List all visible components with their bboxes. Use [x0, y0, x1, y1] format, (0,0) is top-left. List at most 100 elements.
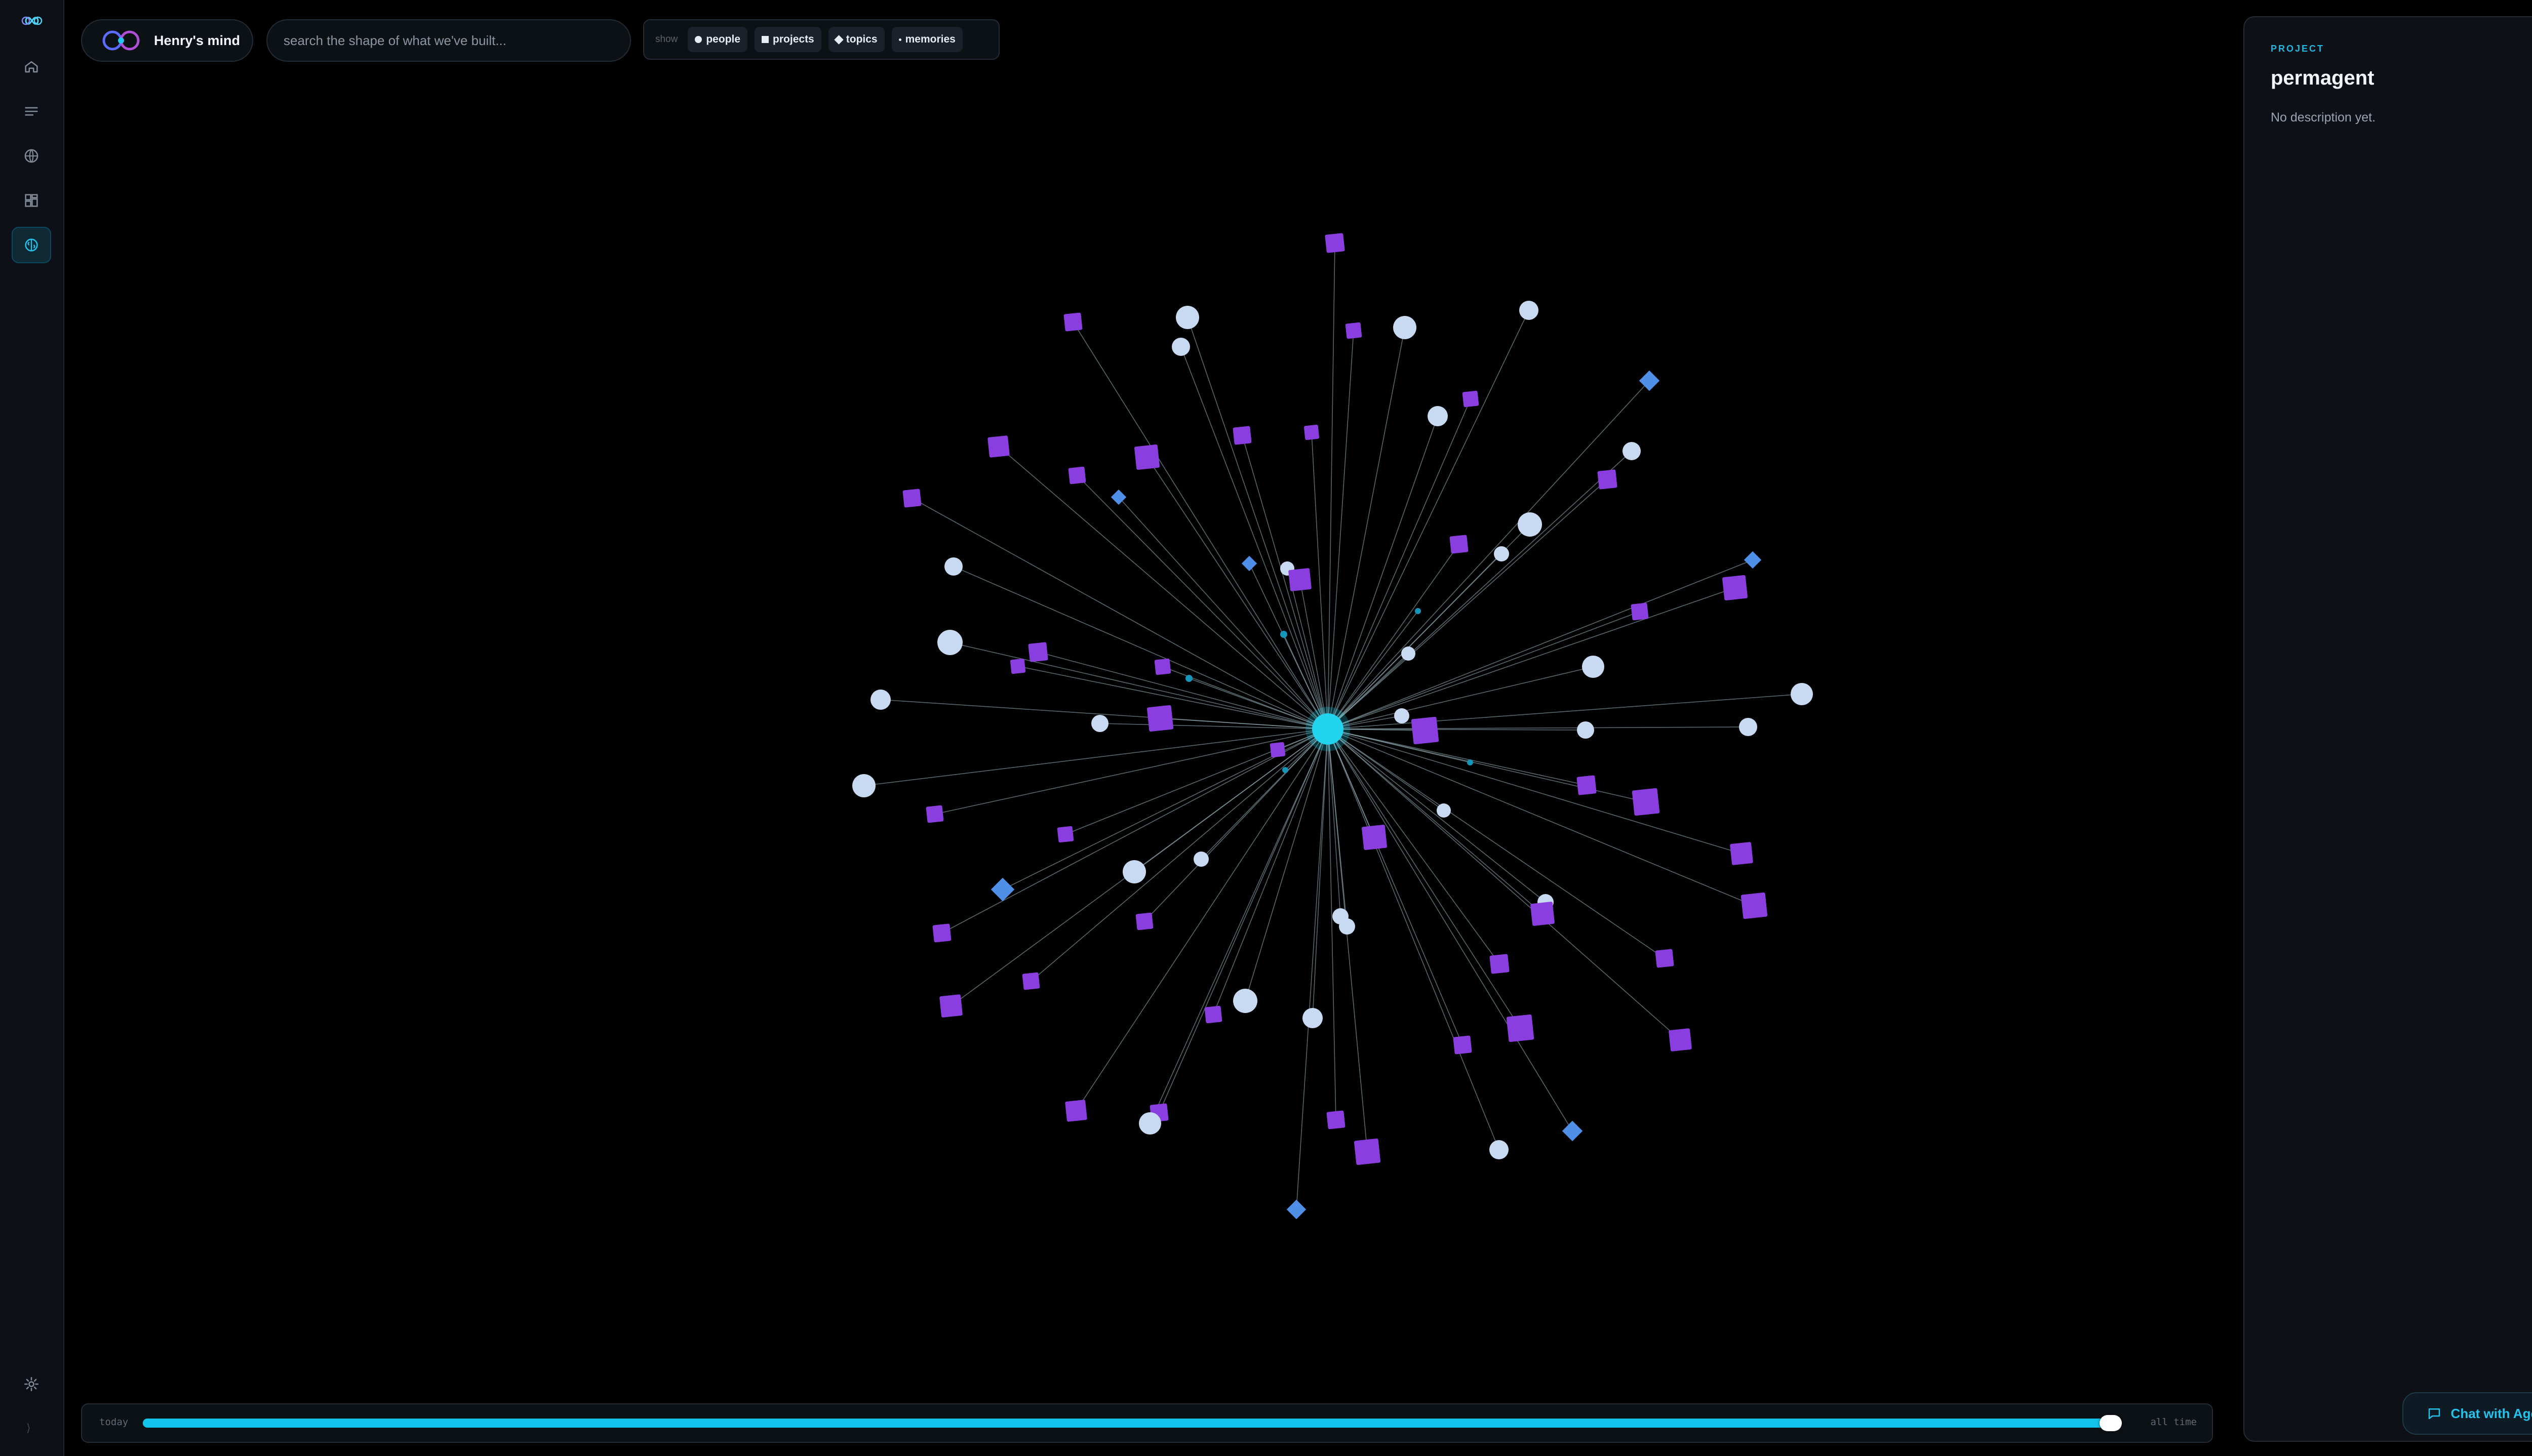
project-node[interactable]: [1326, 1110, 1346, 1129]
chevron-right-icon[interactable]: ⟩: [26, 1422, 31, 1435]
project-node[interactable]: [1631, 602, 1649, 621]
timeline-slider-track[interactable]: [143, 1415, 2122, 1431]
person-node[interactable]: [1401, 646, 1415, 661]
person-node[interactable]: [1139, 1112, 1161, 1135]
workspace-switcher[interactable]: Henry's mind: [81, 19, 253, 62]
memory-node[interactable]: [1467, 759, 1473, 765]
memory-node[interactable]: [1282, 767, 1288, 773]
memory-node[interactable]: [1415, 608, 1421, 614]
project-node[interactable]: [902, 489, 922, 508]
person-node[interactable]: [1437, 803, 1451, 818]
topic-node[interactable]: [1241, 555, 1257, 572]
person-node[interactable]: [1428, 406, 1448, 426]
person-node[interactable]: [1582, 656, 1604, 678]
topic-node[interactable]: [1639, 370, 1660, 391]
timeline-slider-thumb[interactable]: [2100, 1415, 2122, 1431]
filter-chip-memories[interactable]: memories: [891, 27, 963, 52]
person-node[interactable]: [871, 690, 891, 710]
settings-button[interactable]: [12, 1366, 51, 1402]
project-node[interactable]: [1449, 535, 1469, 554]
project-node[interactable]: [1576, 775, 1597, 795]
project-node[interactable]: [1146, 705, 1174, 732]
project-node[interactable]: [1065, 1100, 1087, 1122]
sidebar-item-feed[interactable]: [12, 93, 51, 130]
person-node[interactable]: [1091, 715, 1109, 732]
filter-chip-topics[interactable]: topics: [828, 27, 885, 52]
search-input[interactable]: [266, 19, 631, 62]
project-node[interactable]: [1204, 1005, 1222, 1024]
person-node[interactable]: [1494, 546, 1509, 561]
project-node[interactable]: [1632, 788, 1660, 816]
sidebar-item-grid[interactable]: [12, 182, 51, 219]
selected-project-node[interactable]: [1312, 713, 1343, 745]
graph-canvas[interactable]: [64, 66, 2242, 1392]
project-node[interactable]: [1489, 954, 1510, 974]
topic-node[interactable]: [1744, 551, 1762, 569]
project-node[interactable]: [1057, 826, 1074, 843]
project-node[interactable]: [1730, 842, 1753, 865]
person-node[interactable]: [1623, 442, 1641, 460]
project-node[interactable]: [1506, 1014, 1534, 1042]
topic-node[interactable]: [1562, 1120, 1583, 1142]
project-node[interactable]: [1411, 716, 1439, 745]
project-node[interactable]: [1530, 902, 1555, 926]
topic-node[interactable]: [991, 877, 1015, 902]
project-node[interactable]: [1303, 424, 1320, 440]
filter-chip-people[interactable]: people: [688, 27, 748, 52]
project-node[interactable]: [1135, 912, 1154, 931]
person-node[interactable]: [937, 630, 963, 655]
knowledge-graph[interactable]: [64, 66, 2242, 1392]
person-node[interactable]: [1577, 721, 1594, 739]
person-node[interactable]: [1339, 918, 1355, 935]
project-node[interactable]: [1354, 1138, 1381, 1165]
topic-node[interactable]: [1286, 1199, 1307, 1220]
project-node[interactable]: [1740, 892, 1768, 919]
project-node[interactable]: [1462, 390, 1479, 408]
person-node[interactable]: [1739, 718, 1757, 736]
person-node[interactable]: [1791, 683, 1813, 705]
project-node[interactable]: [1068, 466, 1086, 484]
project-node[interactable]: [926, 805, 944, 823]
project-node[interactable]: [1453, 1035, 1472, 1055]
project-node[interactable]: [1362, 825, 1388, 851]
project-node[interactable]: [1270, 742, 1286, 758]
person-node[interactable]: [1194, 852, 1209, 867]
project-node[interactable]: [1028, 642, 1048, 662]
filter-chip-projects[interactable]: projects: [755, 27, 821, 52]
person-node[interactable]: [1123, 860, 1146, 883]
sidebar-item-world[interactable]: [12, 138, 51, 174]
sidebar-item-home[interactable]: [12, 49, 51, 85]
project-node[interactable]: [932, 923, 952, 943]
project-node[interactable]: [1325, 233, 1345, 253]
project-node[interactable]: [1022, 972, 1040, 990]
person-node[interactable]: [1394, 708, 1409, 723]
person-node[interactable]: [1489, 1140, 1509, 1159]
person-node[interactable]: [1176, 306, 1199, 329]
person-node[interactable]: [1233, 989, 1257, 1013]
chat-with-agent-button[interactable]: Chat with Agent: [2402, 1392, 2532, 1435]
project-node[interactable]: [1722, 575, 1748, 601]
project-node[interactable]: [987, 435, 1010, 458]
project-node[interactable]: [1288, 568, 1312, 591]
project-node[interactable]: [1655, 949, 1674, 968]
person-node[interactable]: [1393, 316, 1416, 339]
person-node[interactable]: [1302, 1008, 1323, 1028]
memory-node[interactable]: [1185, 675, 1193, 682]
project-node[interactable]: [1233, 426, 1252, 445]
project-node[interactable]: [939, 994, 963, 1018]
project-node[interactable]: [1669, 1028, 1692, 1051]
person-node[interactable]: [852, 774, 876, 797]
person-node[interactable]: [1518, 512, 1542, 537]
memory-node[interactable]: [1280, 631, 1287, 638]
person-node[interactable]: [1519, 301, 1538, 320]
project-node[interactable]: [1010, 658, 1026, 674]
sidebar-item-mind[interactable]: [12, 227, 51, 263]
project-node[interactable]: [1345, 322, 1362, 339]
person-node[interactable]: [944, 557, 963, 576]
project-node[interactable]: [1154, 658, 1171, 675]
infinity-logo-icon[interactable]: [19, 13, 45, 28]
project-node[interactable]: [1134, 444, 1160, 470]
project-node[interactable]: [1063, 312, 1083, 332]
person-node[interactable]: [1172, 338, 1190, 356]
project-node[interactable]: [1597, 469, 1617, 490]
